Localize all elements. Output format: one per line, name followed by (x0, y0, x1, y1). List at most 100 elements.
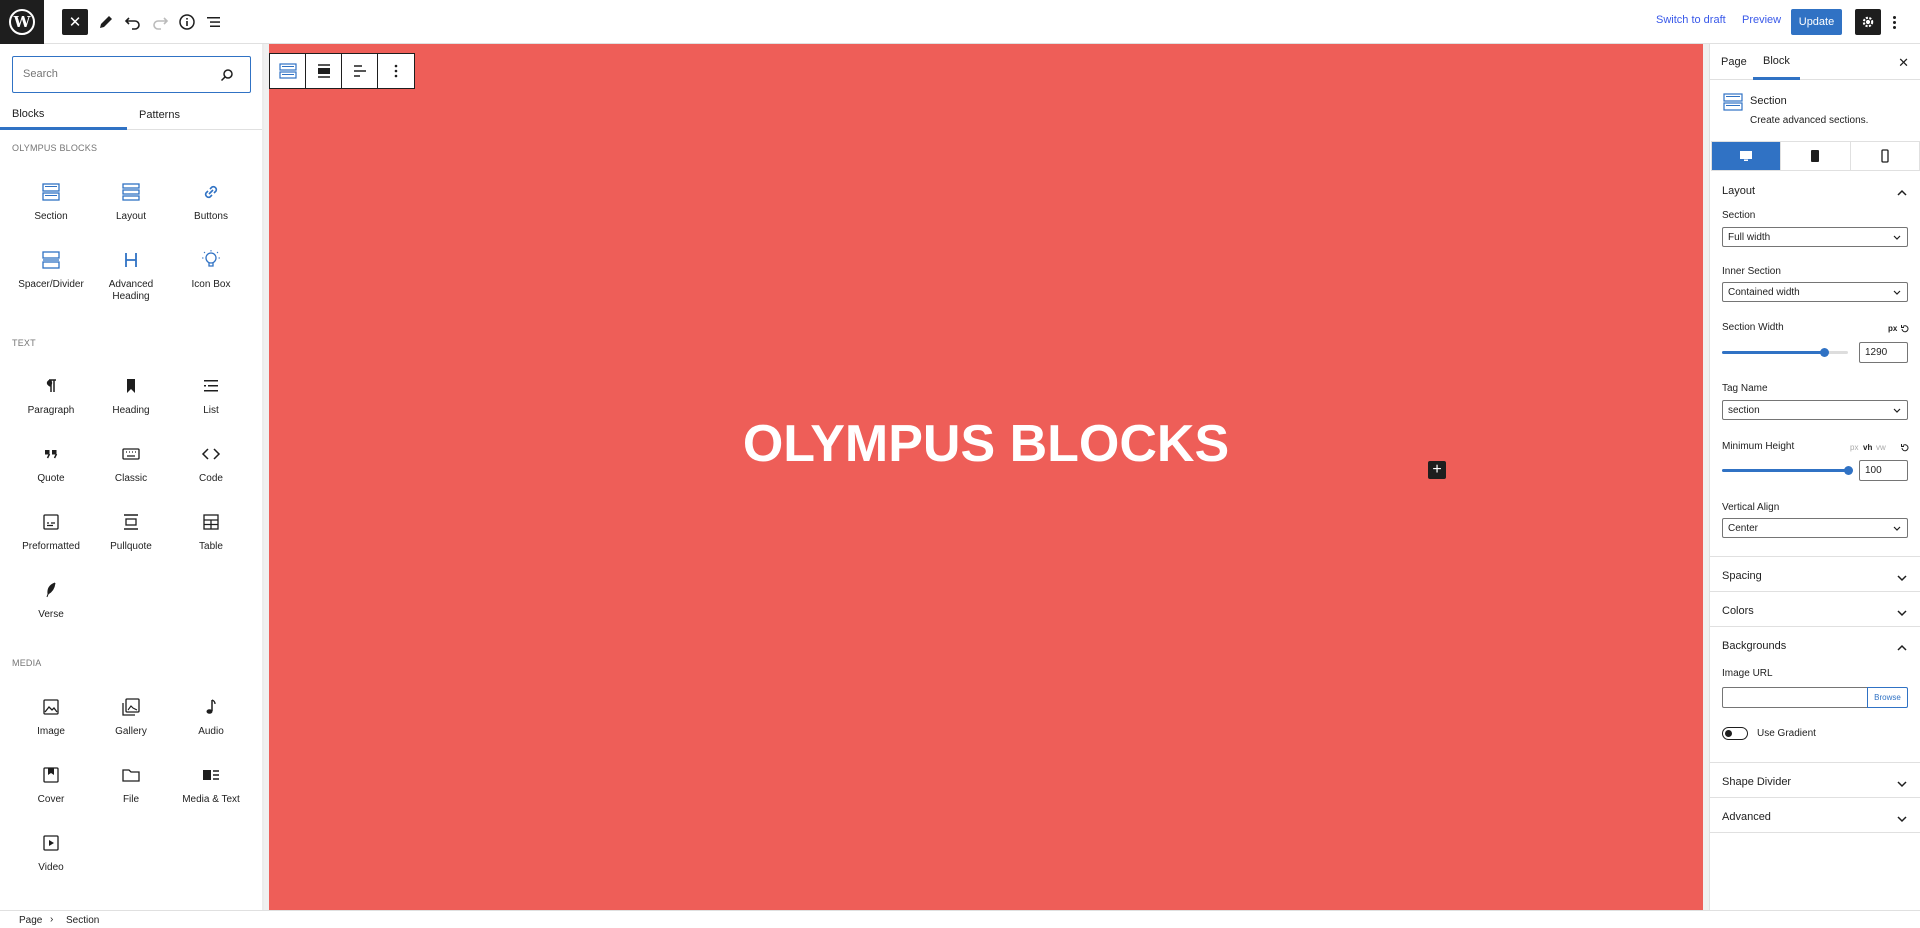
category-title-olympus: OLYMPUS BLOCKS (12, 143, 98, 153)
tag-name-select[interactable]: section (1722, 400, 1908, 420)
block-item-file[interactable]: File (91, 763, 171, 806)
redo-button[interactable] (147, 9, 173, 35)
block-item-audio[interactable]: Audio (171, 695, 251, 738)
undo-button[interactable] (120, 9, 146, 35)
inner-section-select[interactable]: Contained width (1722, 282, 1908, 302)
pullquote-icon (124, 514, 138, 530)
block-item-buttons[interactable]: Buttons (171, 180, 251, 223)
block-item-icon-box[interactable]: Icon Box (171, 248, 251, 291)
preview-button[interactable]: Preview (1742, 14, 1781, 26)
panel-layout-title[interactable]: Layout (1722, 185, 1755, 197)
section-block[interactable] (269, 44, 1703, 910)
block-item-section[interactable]: Section (11, 180, 91, 223)
panel-advanced-title[interactable]: Advanced (1722, 811, 1771, 823)
chevron-down-icon[interactable] (1897, 814, 1907, 824)
divider (1710, 626, 1920, 627)
device-desktop-button[interactable] (1712, 142, 1782, 170)
settings-button[interactable] (1855, 9, 1881, 35)
redo-icon (153, 17, 169, 30)
use-gradient-toggle[interactable] (1722, 727, 1748, 740)
close-sidebar-icon[interactable]: ✕ (1898, 55, 1909, 71)
update-button[interactable]: Update (1791, 9, 1842, 35)
wordpress-logo-button[interactable]: W (0, 0, 44, 44)
device-tablet-button[interactable] (1781, 142, 1851, 170)
reset-icon[interactable] (1900, 443, 1910, 453)
align-full-button[interactable] (306, 54, 342, 88)
block-item-image[interactable]: Image (11, 695, 91, 738)
keyboard-icon (122, 448, 140, 460)
chevron-down-icon[interactable] (1897, 573, 1907, 583)
block-item-verse[interactable]: Verse (11, 578, 91, 621)
tools-pencil-button[interactable] (93, 9, 119, 35)
close-inserter-button[interactable]: ✕ (62, 9, 88, 35)
block-item-media-text[interactable]: Media & Text (171, 763, 251, 806)
tab-page[interactable]: Page (1721, 44, 1747, 80)
breadcrumb-page[interactable]: Page (19, 915, 42, 926)
tab-blocks[interactable]: Blocks (0, 100, 127, 130)
block-item-layout[interactable]: Layout (91, 180, 171, 223)
search-icon[interactable] (220, 68, 234, 82)
slider-thumb[interactable] (1820, 348, 1830, 357)
section-width-input[interactable]: 1290 (1859, 342, 1908, 363)
breadcrumb-section[interactable]: Section (66, 915, 99, 926)
block-search-input[interactable] (13, 57, 203, 91)
panel-spacing-title[interactable]: Spacing (1722, 570, 1762, 582)
block-item-preformatted[interactable]: Preformatted (11, 510, 91, 553)
block-item-spacer-divider[interactable]: Spacer/Divider (11, 248, 91, 291)
align-text-button[interactable] (342, 54, 378, 88)
divider (1710, 832, 1920, 833)
block-item-quote[interactable]: Quote (11, 442, 91, 485)
block-label: Cover (37, 794, 65, 805)
block-item-table[interactable]: Table (171, 510, 251, 553)
hero-heading[interactable]: OLYMPUS BLOCKS (269, 414, 1703, 474)
block-label: Table (199, 541, 223, 552)
browse-button[interactable]: Browse (1867, 687, 1908, 708)
divider (1710, 556, 1920, 557)
chevron-up-icon[interactable] (1897, 188, 1907, 198)
chevron-up-icon[interactable] (1897, 643, 1907, 653)
section-width-unit[interactable]: px (1888, 324, 1897, 333)
block-options-button[interactable] (378, 54, 414, 88)
chevron-down-icon[interactable] (1897, 779, 1907, 789)
slider-thumb[interactable] (1844, 466, 1853, 475)
section-select[interactable]: Full width (1722, 227, 1908, 247)
chevron-down-icon[interactable] (1897, 608, 1907, 618)
divider (1710, 797, 1920, 798)
minimum-height-input[interactable]: 100 (1859, 460, 1908, 481)
block-item-list[interactable]: List (171, 374, 251, 417)
vertical-align-select[interactable]: Center (1722, 518, 1908, 538)
block-item-pullquote[interactable]: Pullquote (91, 510, 171, 553)
minimum-height-slider[interactable] (1722, 466, 1853, 475)
block-item-paragraph[interactable]: Paragraph (11, 374, 91, 417)
min-height-unit-vw[interactable]: vw (1876, 443, 1886, 452)
panel-backgrounds-title[interactable]: Backgrounds (1722, 640, 1786, 652)
block-item-cover[interactable]: Cover (11, 763, 91, 806)
options-menu-button[interactable] (1886, 9, 1902, 35)
block-item-code[interactable]: Code (171, 442, 251, 485)
block-item-video[interactable]: Video (11, 831, 91, 874)
gallery-icon (122, 698, 140, 716)
min-height-unit-vh[interactable]: vh (1863, 443, 1872, 452)
details-button[interactable] (174, 9, 200, 35)
panel-colors-title[interactable]: Colors (1722, 605, 1754, 617)
switch-to-draft-button[interactable]: Switch to draft (1656, 14, 1726, 26)
list-view-button[interactable] (201, 9, 227, 35)
block-label: Classic (114, 473, 148, 484)
block-item-classic[interactable]: Classic (91, 442, 171, 485)
image-icon (43, 699, 59, 715)
block-item-heading[interactable]: Heading (91, 374, 171, 417)
device-mobile-button[interactable] (1851, 142, 1919, 170)
tab-patterns[interactable]: Patterns (127, 100, 254, 130)
reset-icon[interactable] (1900, 324, 1910, 334)
tab-block[interactable]: Block (1753, 44, 1800, 80)
block-item-gallery[interactable]: Gallery (91, 695, 171, 738)
block-item-advanced-heading[interactable]: Advanced Heading (91, 248, 171, 303)
block-type-button[interactable] (270, 54, 306, 88)
block-label: Buttons (194, 211, 228, 222)
tag-name-label: Tag Name (1722, 383, 1768, 394)
add-block-button[interactable]: + (1428, 461, 1446, 479)
min-height-unit-px[interactable]: px (1850, 443, 1858, 452)
panel-shape-divider-title[interactable]: Shape Divider (1722, 776, 1791, 788)
image-url-input[interactable] (1722, 687, 1868, 708)
section-width-slider[interactable] (1722, 348, 1848, 357)
